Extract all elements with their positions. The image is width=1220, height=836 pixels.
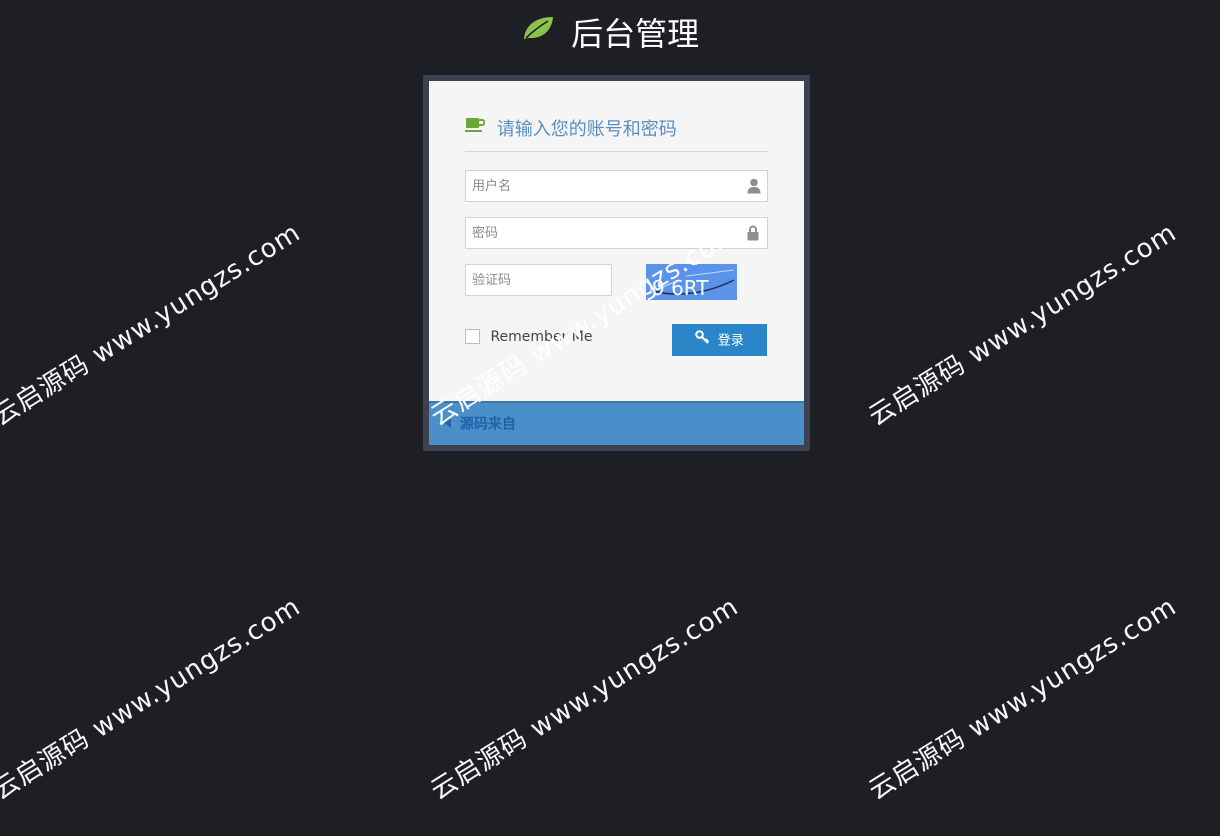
login-box: 请输入您的账号和密码 9 6RT	[423, 75, 810, 451]
login-button[interactable]: 登录	[672, 324, 767, 356]
watermark: 云启源码 www.yungzs.com	[863, 217, 1183, 433]
arrow-left-icon	[441, 415, 453, 434]
lock-icon	[747, 225, 761, 241]
password-field	[465, 217, 768, 249]
source-link[interactable]: 源码来自	[441, 415, 516, 434]
watermark: 云启源码 www.yungzs.com	[425, 591, 745, 807]
leaf-icon	[521, 9, 555, 53]
user-icon	[747, 178, 761, 194]
watermark: 云启源码 www.yungzs.com	[863, 591, 1183, 807]
remember-me[interactable]: Remember Me	[465, 328, 592, 346]
watermark: 云启源码 www.yungzs.com	[0, 217, 307, 433]
login-footer: 源码来自	[429, 401, 804, 445]
remember-checkbox[interactable]	[465, 328, 480, 344]
source-link-text: 源码来自	[459, 416, 516, 433]
captcha-text: 9 6RT	[652, 276, 709, 300]
password-input[interactable]	[466, 218, 732, 248]
key-icon	[695, 324, 710, 356]
captcha-image[interactable]: 9 6RT	[646, 264, 737, 300]
username-input[interactable]	[466, 171, 732, 201]
watermark: 云启源码 www.yungzs.com	[422, 0, 744, 1]
login-heading: 请输入您的账号和密码	[465, 117, 768, 152]
remember-label: Remember Me	[490, 329, 593, 345]
captcha-input[interactable]	[466, 265, 607, 295]
watermark: 云启源码 www.yungzs.com	[0, 0, 307, 1]
login-button-label: 登录	[717, 332, 744, 348]
coffee-cup-icon	[465, 117, 486, 139]
watermark: 云启源码 www.yungzs.com	[860, 0, 1182, 1]
login-heading-text: 请输入您的账号和密码	[496, 119, 677, 140]
captcha-field	[465, 264, 612, 296]
username-field	[465, 170, 768, 202]
watermark: 云启源码 www.yungzs.com	[0, 591, 307, 807]
page-header: 后台管理	[0, 10, 1220, 56]
page-title: 后台管理	[571, 15, 700, 53]
